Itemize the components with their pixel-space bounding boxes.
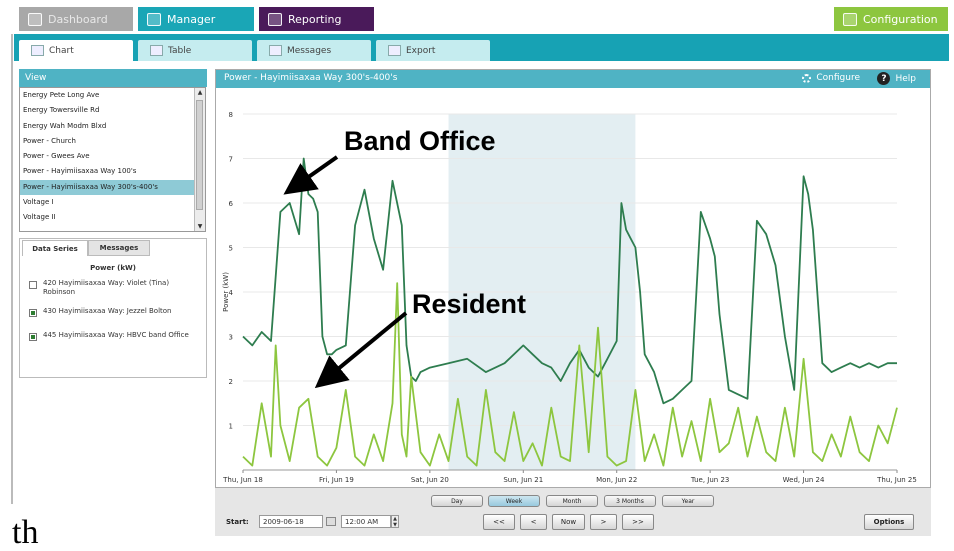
configuration-icon xyxy=(843,12,857,26)
tab-data-series[interactable]: Data Series xyxy=(22,240,88,256)
y-tick-label: 3 xyxy=(229,334,233,342)
x-tick-label: Thu, Jun 18 xyxy=(222,476,263,484)
tab-messages[interactable]: Messages xyxy=(257,40,371,61)
calendar-icon[interactable] xyxy=(326,517,336,526)
band-office-annotation: Band Office xyxy=(344,126,496,156)
range-month-button[interactable]: Month xyxy=(546,495,598,507)
nav-prev-button[interactable]: < xyxy=(520,514,547,530)
y-tick-label: 5 xyxy=(229,245,233,253)
range-day-button[interactable]: Day xyxy=(431,495,483,507)
configure-button[interactable]: Configure xyxy=(802,73,860,83)
x-tick-label: Tue, Jun 23 xyxy=(690,476,729,484)
y-axis-label: Power (kW) xyxy=(222,272,230,312)
export-icon xyxy=(388,45,401,56)
help-button[interactable]: ? Help xyxy=(877,72,916,85)
chart-panel-title: Power - Hayimiisaxaa Way 300's-400's xyxy=(224,73,398,83)
tab-manager[interactable]: Manager xyxy=(138,7,254,31)
data-series-title: Power (kW) xyxy=(90,264,136,272)
dashboard-icon xyxy=(28,12,42,26)
reporting-icon xyxy=(268,12,282,26)
chart-panel-header: Power - Hayimiisaxaa Way 300's-400's Con… xyxy=(216,70,930,88)
series-checkbox[interactable] xyxy=(29,309,37,317)
x-tick-label: Thu, Jun 25 xyxy=(876,476,917,484)
time-stepper-icon[interactable]: ▲ ▼ xyxy=(391,515,399,528)
nav-now-button[interactable]: Now xyxy=(552,514,585,530)
start-label: Start: xyxy=(226,518,249,526)
series-row[interactable]: 430 Hayimiisaxaa Way: Jezzel Bolton xyxy=(29,307,199,317)
tab-export[interactable]: Export xyxy=(376,40,490,61)
series-row[interactable]: 420 Hayimiisaxaa Way: Violet (Tina) Robi… xyxy=(29,279,199,297)
view-list-scrollbar[interactable]: ▲ ▼ xyxy=(194,88,205,231)
x-tick-label: Mon, Jun 22 xyxy=(596,476,637,484)
tab-reporting[interactable]: Reporting xyxy=(259,7,374,31)
series-row[interactable]: 445 Hayimiisaxaa Way: HBVC band Office xyxy=(29,331,199,341)
view-list: Energy Pete Long Ave Energy Towersville … xyxy=(19,87,206,232)
top-tab-bar: Dashboard Manager Reporting Configuratio… xyxy=(0,0,954,34)
view-list-item-selected[interactable]: Power - Hayimiisaxaa Way 300's-400's xyxy=(20,179,205,196)
y-tick-label: 2 xyxy=(229,378,233,386)
view-panel-header: View xyxy=(19,69,207,87)
scroll-thumb[interactable] xyxy=(196,100,203,210)
scroll-down-icon[interactable]: ▼ xyxy=(195,222,205,231)
y-tick-label: 8 xyxy=(229,111,233,119)
data-series-panel: Data Series Messages Power (kW) 420 Hayi… xyxy=(19,238,207,378)
x-tick-label: Wed, Jun 24 xyxy=(783,476,825,484)
y-tick-label: 6 xyxy=(229,200,234,208)
x-tick-label: Sat, Jun 20 xyxy=(411,476,449,484)
scroll-up-icon[interactable]: ▲ xyxy=(195,88,205,97)
series-checkbox[interactable] xyxy=(29,281,37,289)
range-3months-button[interactable]: 3 Months xyxy=(604,495,656,507)
tab-table[interactable]: Table xyxy=(138,40,252,61)
tab-dashboard[interactable]: Dashboard xyxy=(19,7,133,31)
y-tick-label: 7 xyxy=(229,156,233,164)
table-icon xyxy=(150,45,163,56)
y-tick-label: 1 xyxy=(229,423,233,431)
nav-last-button[interactable]: >> xyxy=(622,514,654,530)
gear-icon xyxy=(802,73,812,83)
series-checkbox[interactable] xyxy=(29,333,37,341)
view-list-item[interactable]: Power - Hayimiisaxaa Way 100's xyxy=(20,164,205,179)
view-list-item[interactable]: Energy Wah Modm Blxd xyxy=(20,119,205,134)
x-tick-label: Sun, Jun 21 xyxy=(503,476,543,484)
view-list-item[interactable]: Energy Pete Long Ave xyxy=(20,88,205,103)
start-date-input[interactable]: 2009-06-18 xyxy=(259,515,323,528)
range-year-button[interactable]: Year xyxy=(662,495,714,507)
tab-series-messages[interactable]: Messages xyxy=(88,240,150,256)
messages-icon xyxy=(269,45,282,56)
tab-configuration[interactable]: Configuration xyxy=(834,7,948,31)
view-list-item[interactable]: Energy Towersville Rd xyxy=(20,103,205,118)
nav-next-button[interactable]: > xyxy=(590,514,617,530)
help-icon: ? xyxy=(877,72,891,85)
chart-icon xyxy=(31,45,44,56)
start-time-input[interactable]: 12:00 AM xyxy=(341,515,391,528)
resident-annotation: Resident xyxy=(412,289,527,319)
range-week-button[interactable]: Week xyxy=(488,495,540,507)
manager-icon xyxy=(147,12,161,26)
tab-chart[interactable]: Chart xyxy=(19,40,133,61)
chart-controls: Day Week Month 3 Months Year Start: 2009… xyxy=(215,488,931,536)
nav-first-button[interactable]: << xyxy=(483,514,515,530)
view-list-item[interactable]: Power - Gwees Ave xyxy=(20,149,205,164)
view-list-item[interactable]: Voltage II xyxy=(20,210,205,225)
options-button[interactable]: Options xyxy=(864,514,914,530)
window-left-border xyxy=(11,34,13,504)
view-list-item[interactable]: Power - Church xyxy=(20,134,205,149)
chart-panel: Power - Hayimiisaxaa Way 300's-400's Con… xyxy=(215,69,931,488)
bottom-caption: th xyxy=(12,514,39,551)
power-chart[interactable]: 12345678Thu, Jun 18 Fri, Jun 19 Sat, Jun 2… xyxy=(216,88,930,487)
x-tick-label: Fri, Jun 19 xyxy=(319,476,354,484)
view-list-item[interactable]: Voltage I xyxy=(20,195,205,210)
